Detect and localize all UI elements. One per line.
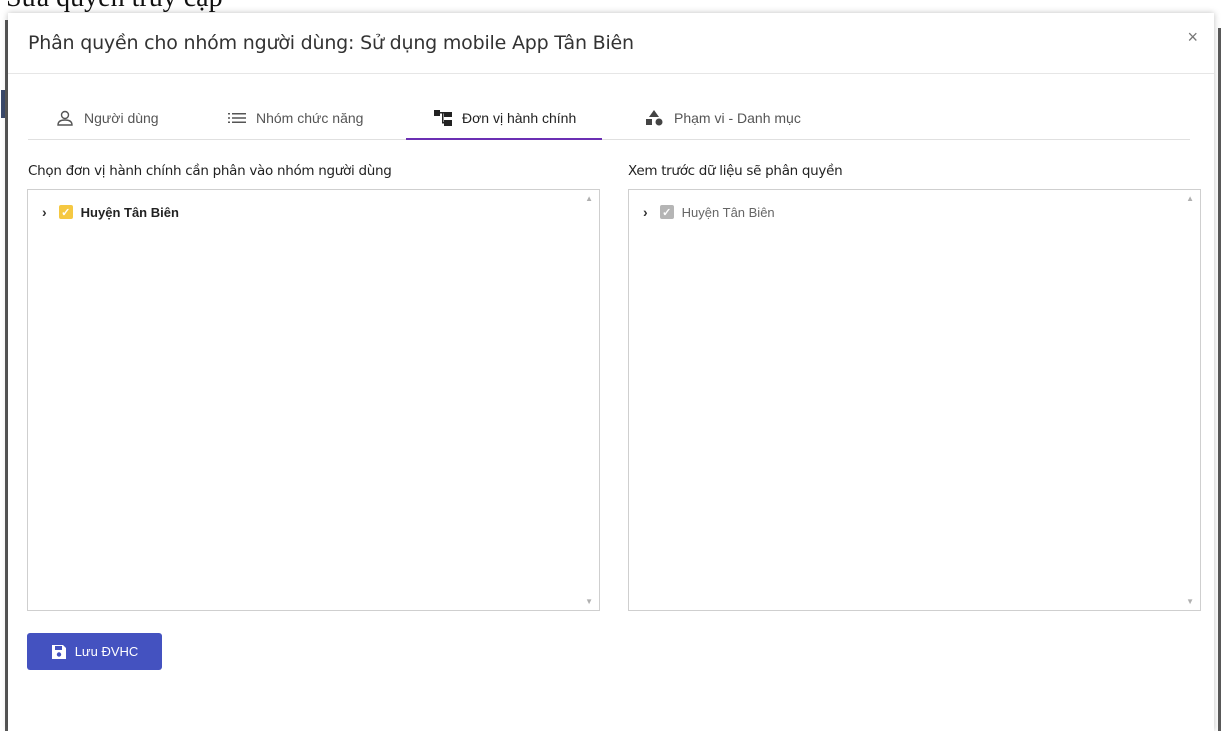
background-right-border bbox=[1218, 28, 1221, 731]
scroll-down-arrow-icon[interactable]: ▼ bbox=[1186, 597, 1194, 606]
tab-users-label: Người dùng bbox=[84, 110, 159, 126]
save-administrative-units-button[interactable]: Lưu ĐVHC bbox=[27, 633, 162, 670]
close-icon[interactable]: × bbox=[1187, 27, 1198, 48]
scroll-down-arrow-icon[interactable]: ▼ bbox=[585, 597, 593, 606]
background-left-edge bbox=[0, 0, 8, 731]
tab-scope-catalog[interactable]: Phạm vi - Danh mục bbox=[644, 97, 801, 139]
scroll-up-arrow-icon[interactable]: ▲ bbox=[585, 194, 593, 203]
tab-users[interactable]: Người dùng bbox=[56, 97, 159, 139]
scroll-up-arrow-icon[interactable]: ▲ bbox=[1186, 194, 1194, 203]
background-right-edge bbox=[1214, 0, 1222, 731]
save-button-label: Lưu ĐVHC bbox=[74, 644, 139, 659]
tree-node[interactable]: › ✓ Huyện Tân Biên bbox=[42, 204, 179, 220]
tab-function-groups[interactable]: Nhóm chức năng bbox=[228, 97, 363, 139]
tab-scope-catalog-label: Phạm vi - Danh mục bbox=[674, 110, 801, 126]
left-tree-panel[interactable]: › ✓ Huyện Tân Biên ▲ ▼ bbox=[27, 189, 600, 611]
org-chart-icon bbox=[434, 110, 452, 126]
tab-function-groups-label: Nhóm chức năng bbox=[256, 110, 364, 126]
preview-tree-panel: › ✓ Huyện Tân Biên ▲ ▼ bbox=[628, 189, 1201, 611]
modal-title: Phân quyền cho nhóm người dùng: Sử dụng … bbox=[28, 32, 634, 54]
permission-modal: Phân quyền cho nhóm người dùng: Sử dụng … bbox=[8, 13, 1214, 731]
preview-tree-node: › ✓ Huyện Tân Biên bbox=[643, 204, 775, 220]
chevron-right-icon[interactable]: › bbox=[42, 204, 47, 220]
background-left-marker bbox=[1, 90, 5, 118]
chevron-right-icon[interactable]: › bbox=[643, 204, 648, 220]
preview-tree-node-checkbox: ✓ bbox=[659, 205, 674, 219]
tab-administrative-units-label: Đơn vị hành chính bbox=[462, 110, 577, 126]
background-page-title: Sửa quyền truy cập bbox=[6, 0, 223, 14]
tab-bar: Người dùng Nhóm chức năng Đơn vị hành ch… bbox=[28, 97, 1190, 140]
modal-header: Phân quyền cho nhóm người dùng: Sử dụng … bbox=[8, 13, 1214, 74]
left-panel-label: Chọn đơn vị hành chính cần phân vào nhóm… bbox=[28, 163, 392, 179]
tree-node-checkbox[interactable]: ✓ bbox=[58, 205, 73, 219]
floppy-disk-icon bbox=[51, 644, 67, 660]
preview-tree-node-label: Huyện Tân Biên bbox=[681, 204, 775, 220]
user-icon bbox=[56, 110, 74, 126]
right-panel-label: Xem trước dữ liệu sẽ phân quyền bbox=[628, 163, 843, 179]
list-icon bbox=[228, 112, 246, 124]
tab-administrative-units[interactable]: Đơn vị hành chính bbox=[405, 97, 603, 140]
shapes-icon bbox=[644, 110, 664, 126]
tree-node-label: Huyện Tân Biên bbox=[80, 204, 179, 220]
